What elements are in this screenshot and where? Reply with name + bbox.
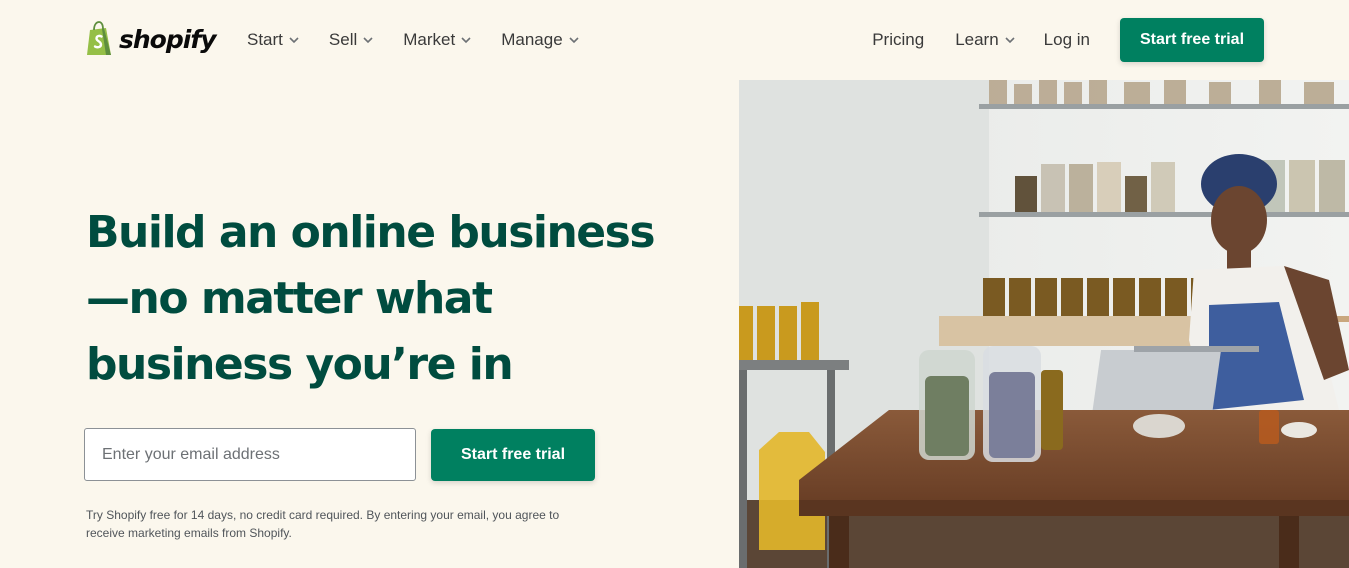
nav-manage[interactable]: Manage [501, 28, 579, 52]
shopify-bag-icon [87, 21, 111, 55]
nav-start[interactable]: Start [247, 28, 299, 52]
nav-pricing[interactable]: Pricing [872, 28, 924, 52]
header-start-trial-button[interactable]: Start free trial [1120, 18, 1264, 62]
hero-title-line: business you’re in [86, 339, 514, 390]
chevron-down-icon [461, 36, 471, 43]
chevron-down-icon [289, 36, 299, 43]
hero-title-line: Build an online business [86, 207, 656, 258]
chevron-down-icon [363, 36, 373, 43]
hero-start-trial-button[interactable]: Start free trial [431, 429, 595, 481]
trial-disclaimer: Try Shopify free for 14 days, no credit … [86, 508, 560, 540]
nav-learn-label: Learn [955, 30, 999, 49]
top-navigation: shopify Start Sell Market Manage Pricing… [0, 0, 1349, 80]
nav-login[interactable]: Log in [1044, 28, 1090, 52]
hero-photo [739, 80, 1349, 568]
nav-learn[interactable]: Learn [955, 28, 1015, 52]
chevron-down-icon [1005, 36, 1015, 43]
secondary-nav: Pricing Learn Log in Start free trial [872, 18, 1264, 62]
email-input[interactable] [84, 428, 416, 481]
nav-sell[interactable]: Sell [329, 28, 373, 52]
hero-photo-illustration [739, 80, 1349, 568]
hero-title-line: —no matter what [86, 273, 493, 324]
nav-start-label: Start [247, 30, 283, 49]
nav-manage-label: Manage [501, 30, 563, 49]
nav-sell-label: Sell [328, 30, 358, 49]
hero-title: Build an online business —no matter what… [86, 200, 656, 398]
primary-nav: Start Sell Market Manage [247, 28, 609, 52]
nav-market-label: Market [403, 30, 456, 49]
nav-market[interactable]: Market [403, 28, 471, 52]
brand-name: shopify [119, 24, 216, 54]
chevron-down-icon [569, 36, 579, 43]
shopify-logo[interactable]: shopify [84, 20, 216, 58]
